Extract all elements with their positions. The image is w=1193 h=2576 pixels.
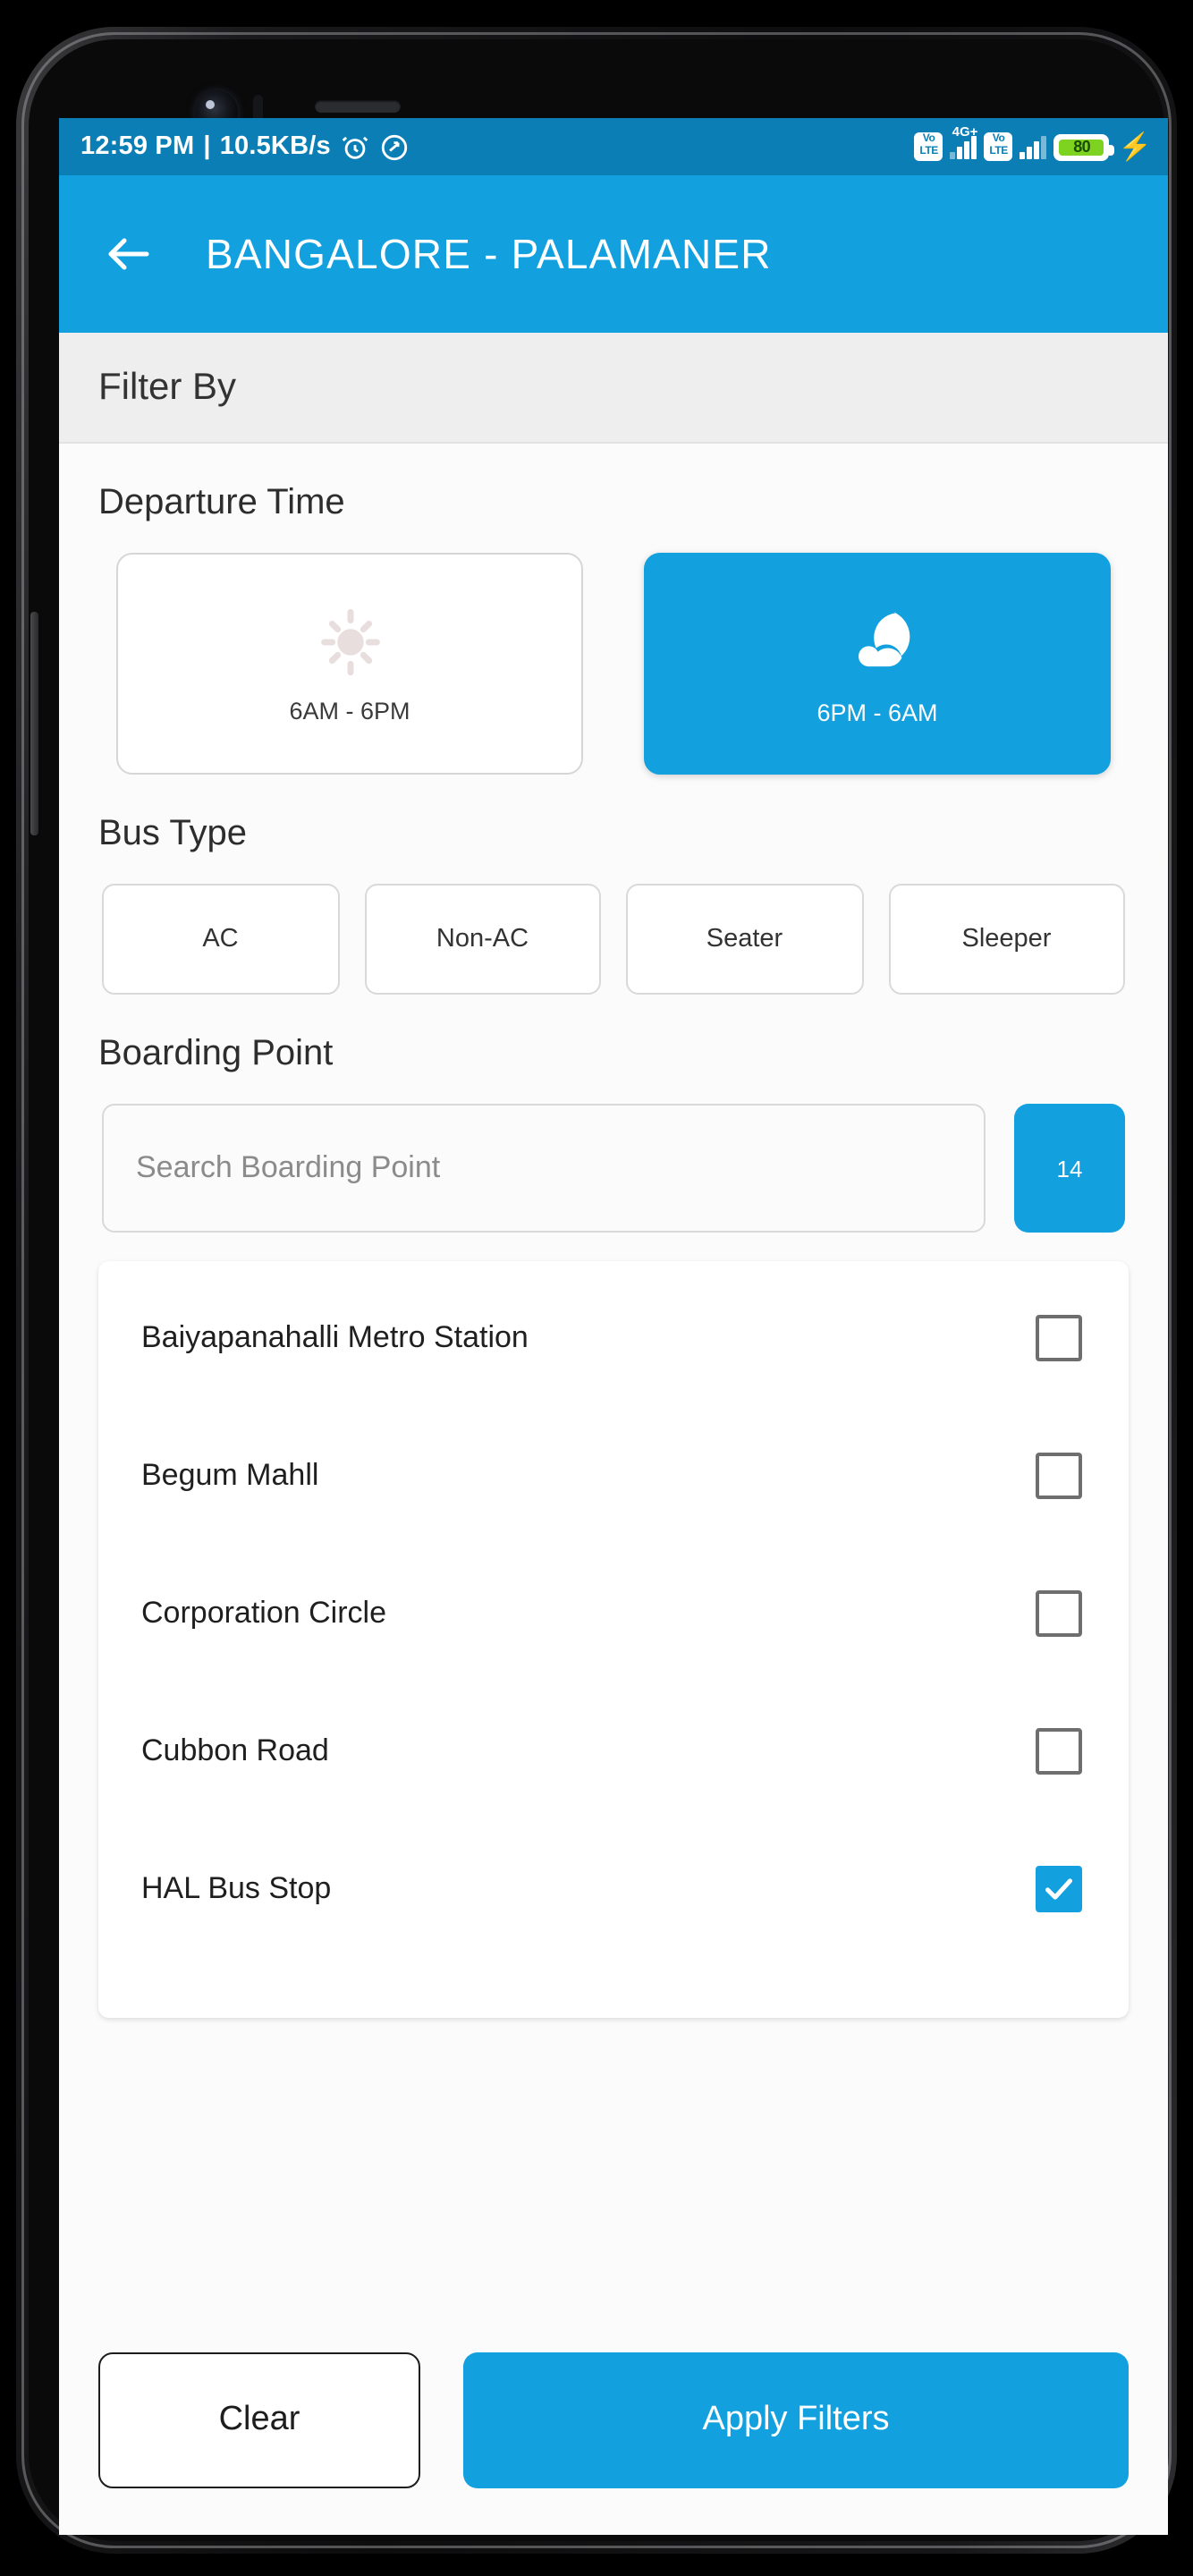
bus-type-options: AC Non-AC Seater Sleeper [98,884,1129,995]
bus-type-chip-sleeper[interactable]: Sleeper [888,884,1125,995]
filter-by-header: Filter By [59,333,1168,444]
sim2-signal-icon [1020,135,1047,158]
list-item[interactable]: Begum Mahll [98,1406,1129,1544]
page-title: BANGALORE - PALAMANER [206,230,772,276]
clear-button[interactable]: Clear [98,2352,420,2488]
boarding-count-badge[interactable]: 14 [1014,1104,1125,1233]
filter-actions: Clear Apply Filters [59,2320,1168,2535]
status-time: 12:59 PM [80,132,195,161]
departure-option-night-label: 6PM - 6AM [816,699,938,725]
sim2-volte-icon: Vo LTE [984,132,1013,161]
moon-cloud-icon [858,610,910,666]
back-arrow-icon[interactable] [102,227,156,281]
status-bar-right: Vo LTE 4G+ Vo LTE 80 ⚡ [914,123,1152,162]
apply-filters-button[interactable]: Apply Filters [463,2352,1129,2488]
battery-level: 80 [1073,138,1091,156]
alarm-icon [342,135,368,158]
boarding-point-list: Baiyapanahalli Metro Station Begum Mahll… [98,1261,1129,2018]
boarding-point-label: Corporation Circle [141,1595,386,1629]
check-icon [1045,1877,1072,1899]
list-item[interactable]: HAL Bus Stop [98,1819,1129,1957]
sim1-network-label: 4G+ [952,123,978,139]
bus-type-chip-non-ac[interactable]: Non-AC [364,884,601,995]
sim1-volte-icon: Vo LTE [914,132,943,161]
boarding-point-checkbox[interactable] [1036,1589,1082,1636]
boarding-point-checkbox[interactable] [1036,1452,1082,1498]
departure-option-day[interactable]: 6AM - 6PM [116,553,583,775]
bus-type-title: Bus Type [98,814,248,853]
list-item[interactable]: Corporation Circle [98,1544,1129,1682]
boarding-search-row: 14 [98,1104,1129,1233]
sun-icon [320,607,379,675]
departure-time-title: Departure Time [98,483,345,522]
departure-option-day-label: 6AM - 6PM [289,697,410,724]
boarding-point-checkbox[interactable] [1036,1865,1082,1911]
boarding-point-label: Begum Mahll [141,1457,319,1491]
boarding-point-checkbox[interactable] [1036,1727,1082,1774]
search-boarding-point-input[interactable] [102,1104,986,1233]
volume-key[interactable] [30,612,38,835]
boarding-point-checkbox[interactable] [1036,1314,1082,1360]
bus-type-chip-ac[interactable]: AC [102,884,339,995]
status-separator: | [203,132,211,161]
filter-scroll-area[interactable]: Departure Time 6AM - 6PM 6PM - 6AM Bus T… [59,444,1168,2320]
bus-type-chip-seater[interactable]: Seater [626,884,863,995]
boarding-point-title: Boarding Point [98,1034,334,1073]
list-item[interactable]: Baiyapanahalli Metro Station [98,1268,1129,1406]
departure-option-night[interactable]: 6PM - 6AM [644,553,1111,775]
status-network-speed: 10.5KB/s [219,132,331,161]
departure-time-options: 6AM - 6PM 6PM - 6AM [98,553,1129,775]
list-item[interactable]: Cubbon Road [98,1682,1129,1819]
status-bar: 12:59 PM | 10.5KB/s Vo LTE 4G+ Vo LTE 80… [59,118,1168,175]
phone-body: 12:59 PM | 10.5KB/s Vo LTE 4G+ Vo LTE 80… [29,39,1168,2541]
phone-screen: 12:59 PM | 10.5KB/s Vo LTE 4G+ Vo LTE 80… [59,118,1168,2535]
earpiece-speaker [315,100,401,113]
boarding-point-label: Baiyapanahalli Metro Station [141,1319,529,1353]
filter-by-label: Filter By [98,366,237,407]
sync-disabled-icon [381,133,407,160]
charging-bolt-icon: ⚡ [1118,131,1152,162]
filter-sheet: Departure Time 6AM - 6PM 6PM - 6AM Bus T… [59,444,1168,2535]
phone-frame: 12:59 PM | 10.5KB/s Vo LTE 4G+ Vo LTE 80… [16,27,1177,2554]
status-bar-left: 12:59 PM | 10.5KB/s [80,131,410,162]
battery-icon: 80 [1053,133,1115,160]
boarding-point-label: Cubbon Road [141,1733,329,1767]
app-bar: BANGALORE - PALAMANER [59,175,1168,333]
boarding-point-label: HAL Bus Stop [141,1870,332,1904]
sim1-signal-icon: 4G+ [950,123,977,158]
